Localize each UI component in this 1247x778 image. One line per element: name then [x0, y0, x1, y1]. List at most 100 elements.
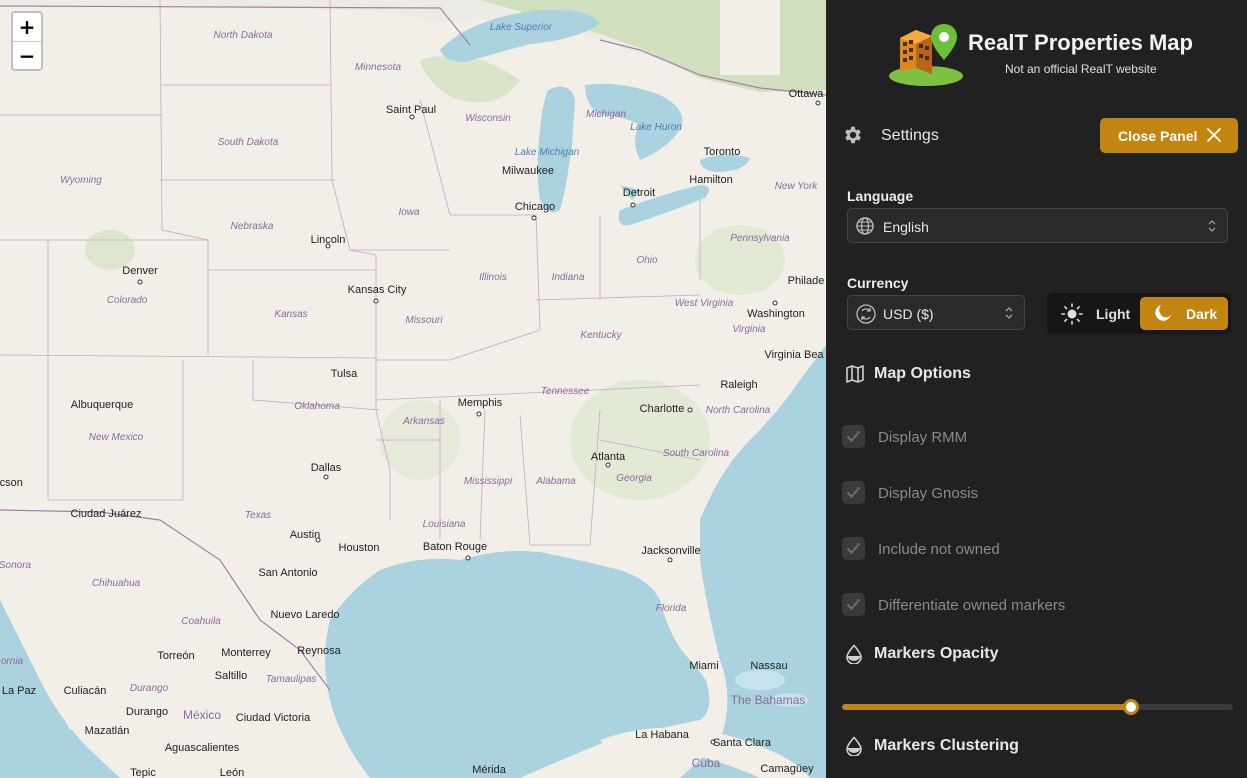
- map-label-state: Arkansas: [403, 416, 445, 427]
- map-options-title: Map Options: [874, 365, 971, 382]
- city-dot: [630, 202, 636, 208]
- settings-title: Settings: [881, 127, 939, 144]
- currency-select[interactable]: USD ($): [847, 295, 1025, 330]
- differentiate-owned-markers-checkbox[interactable]: Differentiate owned markers: [842, 591, 1222, 617]
- map-label-state: Indiana: [551, 272, 585, 283]
- map-label-city: Milwaukee: [502, 165, 554, 177]
- map-label-city: Washington: [747, 308, 805, 320]
- map-label-water: Lake Huron: [630, 122, 682, 133]
- display-rmm-checkbox[interactable]: Display RMM: [842, 423, 1222, 449]
- realt-logo-icon: [889, 24, 963, 86]
- map-label-city: Camagüey: [760, 763, 814, 775]
- map-label-state: ornia: [0, 656, 24, 667]
- map-label-city: La Habana: [635, 729, 689, 741]
- map-label-state: Pennsylvania: [730, 233, 790, 244]
- check-icon: [846, 430, 861, 443]
- checkbox-box: [842, 425, 865, 448]
- checkbox-label: Differentiate owned markers: [878, 597, 1066, 614]
- currency-exchange-icon: [856, 304, 876, 324]
- language-select[interactable]: English: [847, 208, 1228, 243]
- map-label-city: Raleigh: [720, 379, 758, 391]
- map-label-state: Florida: [655, 603, 687, 614]
- slider-thumb[interactable]: [1123, 699, 1140, 715]
- map-view[interactable]: Lake Superior Lake Michigan Lake Huron M…: [0, 0, 826, 778]
- map-label-state: Sonora: [0, 560, 32, 571]
- dark-theme-label: Dark: [1186, 306, 1218, 322]
- map-label-city: Lincoln: [310, 234, 346, 246]
- city-dot: [476, 411, 482, 417]
- map-label-city: Tulsa: [330, 368, 358, 380]
- city-dot: [687, 407, 693, 413]
- map-label-country: The Bahamas: [730, 693, 806, 707]
- city-dot: [667, 557, 673, 563]
- map-label-city: Mérida: [472, 764, 506, 776]
- map-label-city: Philade: [787, 275, 825, 287]
- chevron-updown-icon: [1005, 307, 1013, 319]
- map-label-state: Iowa: [398, 207, 420, 218]
- city-dot: [772, 300, 778, 306]
- map-label-state: Nebraska: [230, 221, 274, 232]
- checkbox-box: [842, 593, 865, 616]
- map-label-state: Georgia: [616, 473, 652, 484]
- include-not-owned-checkbox[interactable]: Include not owned: [842, 535, 1222, 561]
- map-label-state: South Carolina: [662, 448, 730, 459]
- zoom-out-button[interactable]: −: [13, 41, 41, 69]
- map-label-state: Chihuahua: [91, 578, 141, 589]
- map-label-city: Hamilton: [689, 174, 733, 186]
- map-label-state: Ohio: [636, 255, 658, 266]
- close-icon: [1207, 128, 1221, 142]
- clustering-drop-icon: [846, 736, 862, 756]
- map-label-state: Illinois: [479, 272, 507, 283]
- markers-opacity-slider[interactable]: [842, 697, 1233, 717]
- map-label-state: Kentucky: [580, 330, 622, 341]
- light-theme-label: Light: [1096, 306, 1131, 322]
- map-label-country: México: [182, 708, 222, 722]
- map-label-city: Atlanta: [590, 451, 626, 463]
- map-label-state: Michigan: [585, 109, 627, 120]
- globe-icon: [856, 217, 874, 235]
- opacity-drop-icon: [846, 644, 862, 664]
- close-panel-label: Close Panel: [1118, 128, 1198, 144]
- map-label-city: Ottawa: [788, 88, 824, 100]
- map-label-city: Saltillo: [214, 670, 248, 682]
- map-label-state: Virginia: [732, 324, 766, 335]
- currency-value: USD ($): [883, 306, 934, 322]
- slider-fill: [842, 704, 1132, 710]
- map-label-city: Denver: [122, 265, 158, 277]
- chevron-updown-icon: [1208, 220, 1216, 232]
- map-label-state: North Carolina: [705, 405, 771, 416]
- map-label-city: Virginia Bea: [764, 349, 824, 361]
- map-label-city: León: [219, 767, 245, 778]
- currency-label: Currency: [847, 275, 909, 291]
- map-label-city: icson: [0, 477, 23, 489]
- map-label-water: Lake Michigan: [514, 147, 580, 158]
- map-label-city: Monterrey: [221, 647, 271, 659]
- moon-icon: [1155, 305, 1171, 321]
- map-label-state: Kansas: [274, 309, 308, 320]
- map-label-city: San Antonio: [258, 567, 318, 579]
- light-theme-button[interactable]: Light: [1053, 297, 1139, 330]
- zoom-control: + −: [11, 11, 43, 71]
- app-subtitle: Not an official RealT website: [1005, 62, 1157, 76]
- checkbox-label: Display RMM: [878, 429, 968, 446]
- city-dot: [531, 215, 537, 221]
- map-label-state: Oklahoma: [294, 401, 340, 412]
- map-label-state: Louisiana: [422, 519, 466, 530]
- checkbox-box: [842, 481, 865, 504]
- dark-theme-button[interactable]: Dark: [1140, 297, 1228, 330]
- map-label-city: Miami: [689, 660, 719, 672]
- map-label-state: Mississippi: [463, 476, 513, 487]
- map-label-city: Detroit: [622, 187, 656, 199]
- map-label-city: Nassau: [750, 660, 788, 672]
- display-gnosis-checkbox[interactable]: Display Gnosis: [842, 479, 1222, 505]
- close-panel-button[interactable]: Close Panel: [1100, 118, 1238, 153]
- map-label-state: Minnesota: [354, 62, 402, 73]
- zoom-in-button[interactable]: +: [13, 13, 41, 41]
- map-label-state: Wyoming: [60, 175, 102, 186]
- map-label-state: West Virginia: [674, 298, 734, 309]
- language-label: Language: [847, 188, 914, 204]
- map-label-state: South Dakota: [217, 137, 279, 148]
- map-label-city: Toronto: [703, 146, 741, 158]
- map-label-state: Coahuila: [181, 616, 221, 627]
- map-label-state: Wisconsin: [465, 113, 511, 124]
